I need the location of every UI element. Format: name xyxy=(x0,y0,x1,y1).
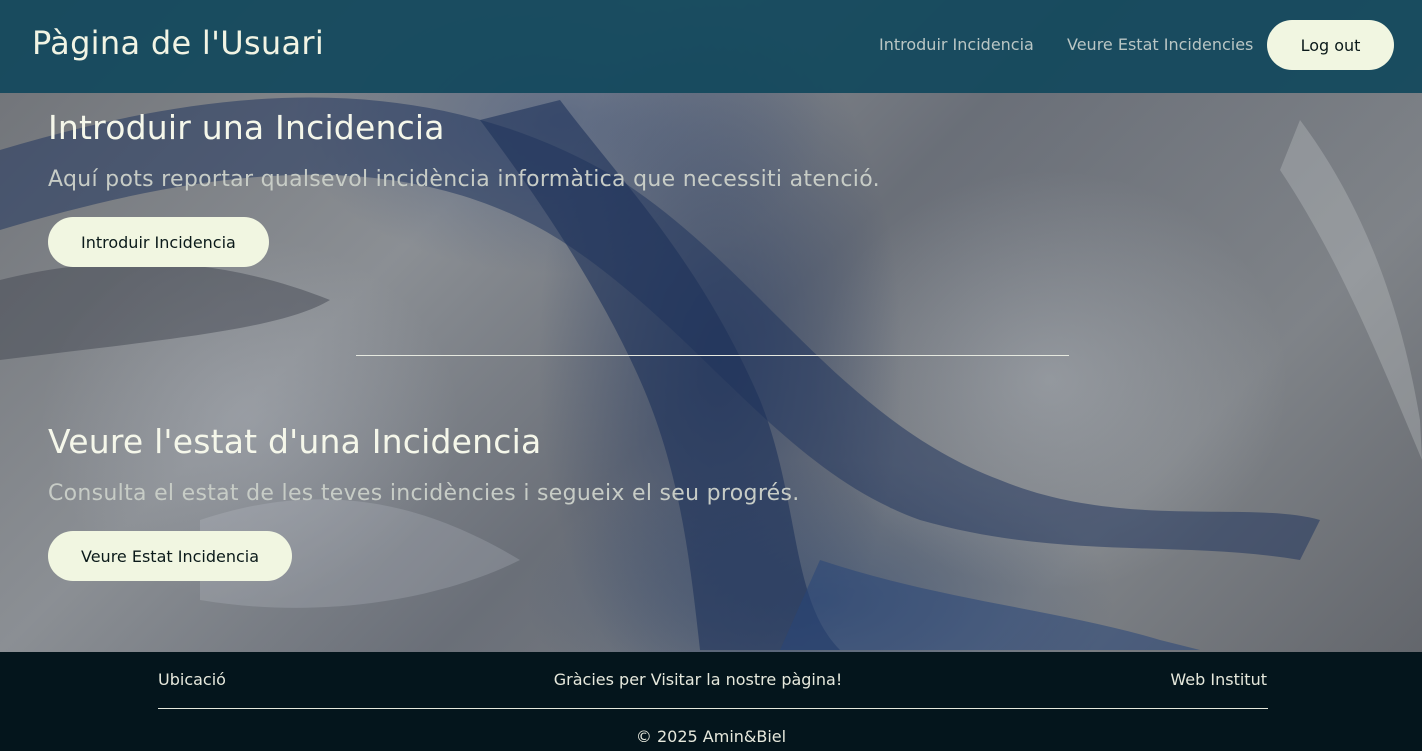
footer: Ubicació Gràcies per Visitar la nostre p… xyxy=(0,652,1422,751)
section-divider xyxy=(356,355,1069,356)
section-introduir-incidencia: Introduir una Incidencia Aquí pots repor… xyxy=(48,108,880,267)
footer-link-web-institut[interactable]: Web Institut xyxy=(1170,670,1267,689)
logout-button[interactable]: Log out xyxy=(1267,20,1394,70)
nav-link-introduir-incidencia[interactable]: Introduir Incidencia xyxy=(879,35,1034,54)
section-heading: Veure l'estat d'una Incidencia xyxy=(48,422,542,461)
veure-estat-incidencia-button[interactable]: Veure Estat Incidencia xyxy=(48,531,293,581)
footer-divider xyxy=(158,708,1268,709)
top-navbar: Pàgina de l'Usuari Introduir Incidencia … xyxy=(0,0,1422,93)
section-description: Consulta el estat de les teves incidènci… xyxy=(48,481,800,506)
copyright-text: © 2025 Amin&Biel xyxy=(635,727,787,746)
section-heading: Introduir una Incidencia xyxy=(48,108,445,147)
section-description: Aquí pots reportar qualsevol incidència … xyxy=(48,167,880,192)
page-title: Pàgina de l'Usuari xyxy=(32,24,325,62)
nav-link-veure-estat-incidencies[interactable]: Veure Estat Incidencies xyxy=(1067,35,1253,54)
introduir-incidencia-button[interactable]: Introduir Incidencia xyxy=(48,217,269,267)
section-veure-estat: Veure l'estat d'una Incidencia Consulta … xyxy=(48,422,800,581)
